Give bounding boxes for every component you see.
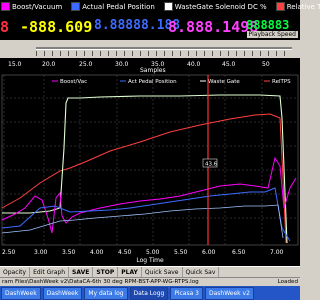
- legend-label-tps: Relative TPS: [286, 2, 320, 11]
- swatch-tps: [275, 2, 285, 11]
- taskbar-item[interactable]: DashWeek v2: [204, 286, 254, 300]
- series-label-wastegate: Waste Gate: [208, 79, 240, 85]
- opacity-label: Opacity: [3, 269, 27, 276]
- legend-item-boost[interactable]: Boost/Vacuum: [0, 2, 62, 11]
- quick-save-2-label: Quick Sav: [185, 269, 216, 276]
- series-label-boost: Boost/Vac: [60, 79, 87, 85]
- readout-panel: Boost/Vacuum Actual Pedal Position Waste…: [0, 0, 320, 40]
- edit-graph-label: Edit Graph: [33, 269, 66, 276]
- x-tick-label: 3.00: [34, 249, 48, 256]
- x-tick-label: 4.00: [90, 249, 104, 256]
- cursor-value: 43.6: [205, 162, 218, 168]
- x-tick-label: 3.50: [62, 249, 76, 256]
- stop-label: STOP: [96, 269, 115, 276]
- top-tick-label: 40.0: [187, 61, 201, 68]
- slider-track[interactable]: [36, 47, 292, 50]
- series-label-tps: RelTPS: [272, 79, 291, 85]
- top-tick-label: 15.0: [8, 61, 22, 68]
- swatch-pedal: [71, 2, 81, 11]
- readout-wastegate: 8.888.1498: [168, 18, 259, 36]
- x-tick-label: 5.50: [174, 249, 188, 256]
- x-tick-label: 2.50: [2, 249, 16, 256]
- legend-item-pedal[interactable]: Actual Pedal Position: [70, 2, 155, 11]
- x-tick-label: 5.00: [146, 249, 160, 256]
- x-tick-label: 7.00: [270, 249, 284, 256]
- slider-ticks: [36, 51, 292, 56]
- x-tick-label: 6.00: [202, 249, 216, 256]
- swatch-boost: [1, 2, 10, 11]
- taskbar-item[interactable]: My data log: [84, 286, 128, 300]
- taskbar-item-active[interactable]: Data Logg: [129, 286, 169, 300]
- legend-item-tps[interactable]: Relative TPS: [275, 2, 320, 11]
- series-label-pedal: Act Pedal Position: [128, 79, 177, 85]
- taskbar-label: DashWeek: [5, 289, 37, 297]
- top-tick-label: 30.0: [115, 61, 129, 68]
- status-bar: ram Files\DashWeek v2\DataCA-6th 30 deg …: [0, 277, 300, 286]
- taskbar-label: DashWeek: [46, 289, 79, 297]
- taskbar-item[interactable]: DashWeek: [1, 286, 41, 300]
- x-tick-label: 4.50: [118, 249, 132, 256]
- plot-area: [1, 74, 299, 246]
- taskbar-label: My data log: [88, 289, 124, 297]
- log-graph[interactable]: 15.0 20.0 25.0 30.0 35.0 40.0 45.0 50 Sa…: [0, 58, 300, 266]
- legend-label-boost: Boost/Vacuum: [12, 2, 63, 11]
- play-label: PLAY: [121, 269, 138, 276]
- taskbar: DashWeek DashWeek My data log Data Logg …: [0, 286, 300, 300]
- save-label: SAVE: [72, 269, 90, 276]
- status-text: Loaded: [277, 279, 298, 285]
- taskbar-label: DashWeek v2: [208, 289, 250, 297]
- x-tick-label: 6.50: [232, 249, 246, 256]
- top-tick-label: 20.0: [42, 61, 56, 68]
- readout-1: 8: [0, 18, 10, 36]
- swatch-wastegate: [163, 2, 173, 11]
- taskbar-label: Picasa 3: [174, 289, 199, 297]
- legend-label-wastegate: WasteGate Solenoid DC %: [174, 2, 267, 11]
- readout-boost: -888.609: [20, 18, 93, 36]
- taskbar-item[interactable]: Picasa 3: [170, 286, 203, 300]
- playback-speed-slider[interactable]: [0, 40, 300, 59]
- log-file-path: ram Files\DashWeek v2\DataCA-6th 30 deg …: [2, 279, 199, 285]
- graph-svg: 15.0 20.0 25.0 30.0 35.0 40.0 45.0 50 Sa…: [1, 61, 299, 256]
- taskbar-item[interactable]: DashWeek: [42, 286, 83, 300]
- playback-speed-label: Playback Speed: [246, 31, 298, 38]
- readout-tps: 888883: [246, 18, 290, 32]
- taskbar-label: Data Logg: [133, 289, 165, 297]
- legend-item-wastegate[interactable]: WasteGate Solenoid DC %: [163, 2, 267, 11]
- top-tick-label: 45.0: [222, 61, 236, 68]
- quick-save-label: Quick Save: [144, 269, 179, 276]
- top-tick-label: 25.0: [79, 61, 93, 68]
- top-tick-label: 50: [262, 61, 270, 68]
- top-axis-label: Samples: [140, 67, 166, 74]
- x-axis-label: Log Time: [136, 257, 164, 264]
- legend: Boost/Vacuum Actual Pedal Position Waste…: [0, 1, 320, 12]
- legend-label-pedal: Actual Pedal Position: [82, 2, 155, 11]
